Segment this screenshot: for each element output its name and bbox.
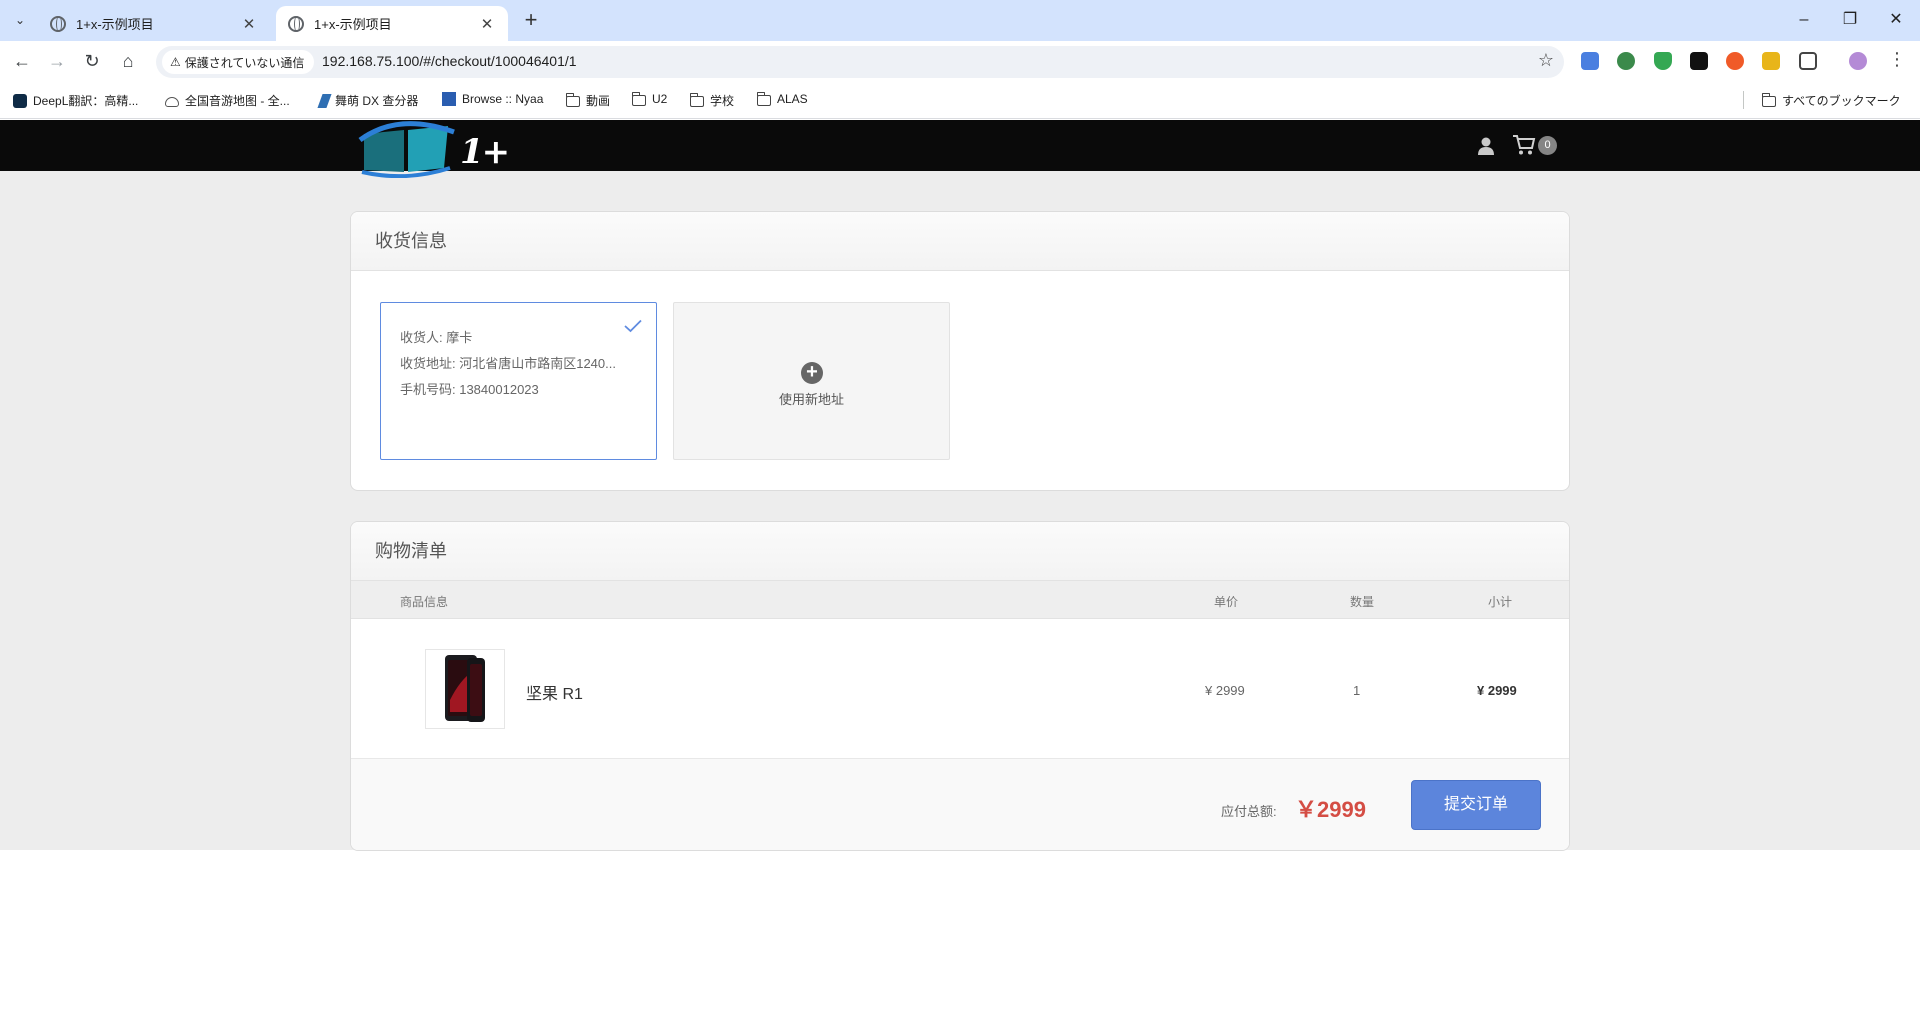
bookmark-item[interactable]: Browse :: Nyaa <box>442 92 543 106</box>
extension-globe-icon[interactable] <box>1617 52 1635 70</box>
maimai-icon <box>317 93 332 108</box>
profile-avatar[interactable] <box>1849 52 1867 70</box>
shopping-list-title: 购物清单 <box>351 522 1569 581</box>
extension-yellow-icon[interactable] <box>1762 52 1780 70</box>
user-icon[interactable] <box>1476 136 1496 156</box>
bookmark-item[interactable]: 全国音游地图 - 全... <box>165 92 290 109</box>
bookmark-label: 動画 <box>586 94 611 108</box>
order-summary: 应付总额: ￥2999 提交订单 <box>351 759 1569 850</box>
bookmark-label: 学校 <box>710 94 735 108</box>
bookmarks-bar: DeepL翻訳：高精... 全国音游地图 - 全... 舞萌 DX 查分器 Br… <box>0 81 1920 119</box>
product-name[interactable]: 坚果 R1 <box>526 680 583 704</box>
product-quantity: 1 <box>1353 683 1361 698</box>
window-close-button[interactable]: ✕ <box>1876 6 1916 34</box>
nyaa-icon <box>442 92 456 106</box>
extensions-puzzle-icon[interactable] <box>1799 52 1817 70</box>
new-address-card[interactable]: + 使用新地址 <box>673 302 950 460</box>
shipping-info-title: 收货信息 <box>351 212 1569 271</box>
bookmark-folder[interactable]: ALAS <box>756 91 808 106</box>
shopping-list-panel: 购物清单 商品信息 单价 数量 小计 坚果 R1 ¥ 2999 1 ¥ 2999 <box>350 521 1570 851</box>
folder-icon <box>631 91 646 106</box>
all-bookmarks-folder[interactable]: すべてのブックマーク <box>1761 92 1901 109</box>
folder-icon <box>756 91 771 106</box>
cart-item-row: 坚果 R1 ¥ 2999 1 ¥ 2999 <box>351 619 1569 759</box>
bookmark-label: 全国音游地图 - 全... <box>185 94 290 108</box>
folder-icon <box>565 93 580 107</box>
bookmark-label: U2 <box>652 92 668 106</box>
browser-tab[interactable]: 1+x-示例项目 ✕ <box>38 6 270 41</box>
column-quantity: 数量 <box>1350 595 1375 609</box>
deepl-icon <box>13 93 27 108</box>
product-unit-price: ¥ 2999 <box>1205 683 1245 698</box>
translate-extension-icon[interactable] <box>1581 52 1599 70</box>
browser-tab-active[interactable]: 1+x-示例项目 ✕ <box>276 6 508 41</box>
globe-icon <box>288 15 304 32</box>
submit-order-button[interactable]: 提交订单 <box>1411 780 1541 830</box>
home-icon[interactable]: ⌂ <box>116 49 140 73</box>
address-card-selected[interactable]: 收货人: 摩卡 收货地址: 河北省唐山市路南区1240... 手机号码: 138… <box>380 302 657 460</box>
book-logo-icon <box>358 121 455 179</box>
column-unit-price: 单价 <box>1214 595 1239 609</box>
site-logo[interactable]: 1+ <box>358 120 510 179</box>
cart-column-headers: 商品信息 单价 数量 小计 <box>351 581 1569 619</box>
tab-title: 1+x-示例项目 <box>314 17 392 32</box>
plus-circle-icon: + <box>801 362 823 384</box>
forward-arrow-icon[interactable]: → <box>45 49 69 73</box>
tab-title: 1+x-示例项目 <box>76 17 154 32</box>
bookmark-label: ALAS <box>777 92 808 106</box>
check-icon <box>624 319 642 333</box>
bookmark-folder[interactable]: 動画 <box>565 92 611 109</box>
back-arrow-icon[interactable]: ← <box>10 49 34 73</box>
bookmark-label: Browse :: Nyaa <box>462 92 544 106</box>
bookmark-label: DeepL翻訳：高精... <box>33 94 139 108</box>
cart-icon[interactable] <box>1512 134 1536 156</box>
browser-tab-strip: ⌄ 1+x-示例项目 ✕ 1+x-示例项目 ✕ + – ❐ ✕ <box>0 0 1920 41</box>
url-text[interactable]: 192.168.75.100/#/checkout/100046401/1 <box>322 53 577 69</box>
bookmark-label: 舞萌 DX 查分器 <box>335 94 419 108</box>
bookmark-folder[interactable]: U2 <box>631 91 668 106</box>
browser-toolbar: ← → ↻ ⌂ ⚠ 保護されていない通信 192.168.75.100/#/ch… <box>0 41 1920 81</box>
security-chip[interactable]: ⚠ 保護されていない通信 <box>162 50 315 74</box>
total-label: 应付总额: <box>1221 804 1277 819</box>
minimize-button[interactable]: – <box>1784 6 1824 34</box>
product-thumbnail[interactable] <box>425 649 505 729</box>
extension-orange-icon[interactable] <box>1726 52 1744 70</box>
reload-icon[interactable]: ↻ <box>80 49 104 73</box>
shield-extension-icon[interactable] <box>1654 52 1672 70</box>
site-header: 1+ 0 <box>0 120 1920 179</box>
warning-icon: ⚠ <box>170 55 181 69</box>
all-bookmarks-label: すべてのブックマーク <box>1782 94 1901 108</box>
security-label: 保護されていない通信 <box>184 55 305 70</box>
close-icon[interactable]: ✕ <box>478 15 496 33</box>
extension-dark-icon[interactable] <box>1690 52 1708 70</box>
folder-icon <box>1761 93 1776 107</box>
total-amount: ￥2999 <box>1295 797 1366 822</box>
bookmark-item[interactable]: DeepL翻訳：高精... <box>13 92 138 109</box>
address-recipient: 收货人: 摩卡 <box>400 330 473 345</box>
address-bar[interactable]: ⚠ 保護されていない通信 192.168.75.100/#/checkout/1… <box>156 46 1564 78</box>
bookmarks-divider <box>1743 91 1744 109</box>
new-tab-button[interactable]: + <box>518 8 544 32</box>
new-address-label: 使用新地址 <box>778 392 844 407</box>
bookmark-star-icon[interactable]: ☆ <box>1538 50 1554 71</box>
checkout-page: 1+ 0 收货信息 收货人: 摩卡 收货地址: 河北省唐山市路南区1240...… <box>0 120 1920 851</box>
cart-count-badge: 0 <box>1538 136 1557 155</box>
folder-icon <box>689 93 704 107</box>
column-product-info: 商品信息 <box>400 595 449 609</box>
globe-icon <box>50 15 66 32</box>
more-menu-icon[interactable]: ⋮ <box>1888 49 1906 70</box>
address-detail: 收货地址: 河北省唐山市路南区1240... <box>400 356 616 371</box>
restore-button[interactable]: ❐ <box>1830 6 1870 34</box>
column-subtotal: 小计 <box>1488 595 1513 609</box>
bookmark-folder[interactable]: 学校 <box>689 92 735 109</box>
phone-image <box>445 655 485 722</box>
product-subtotal: ¥ 2999 <box>1477 683 1517 698</box>
close-icon[interactable]: ✕ <box>240 15 258 33</box>
logo-text: 1+ <box>460 132 510 172</box>
shipping-info-panel: 收货信息 收货人: 摩卡 收货地址: 河北省唐山市路南区1240... 手机号码… <box>350 211 1570 491</box>
bookmark-item[interactable]: 舞萌 DX 查分器 <box>317 92 419 109</box>
tab-search-chevron-icon[interactable]: ⌄ <box>6 8 34 32</box>
map-icon <box>165 97 179 107</box>
address-phone: 手机号码: 13840012023 <box>400 382 539 397</box>
